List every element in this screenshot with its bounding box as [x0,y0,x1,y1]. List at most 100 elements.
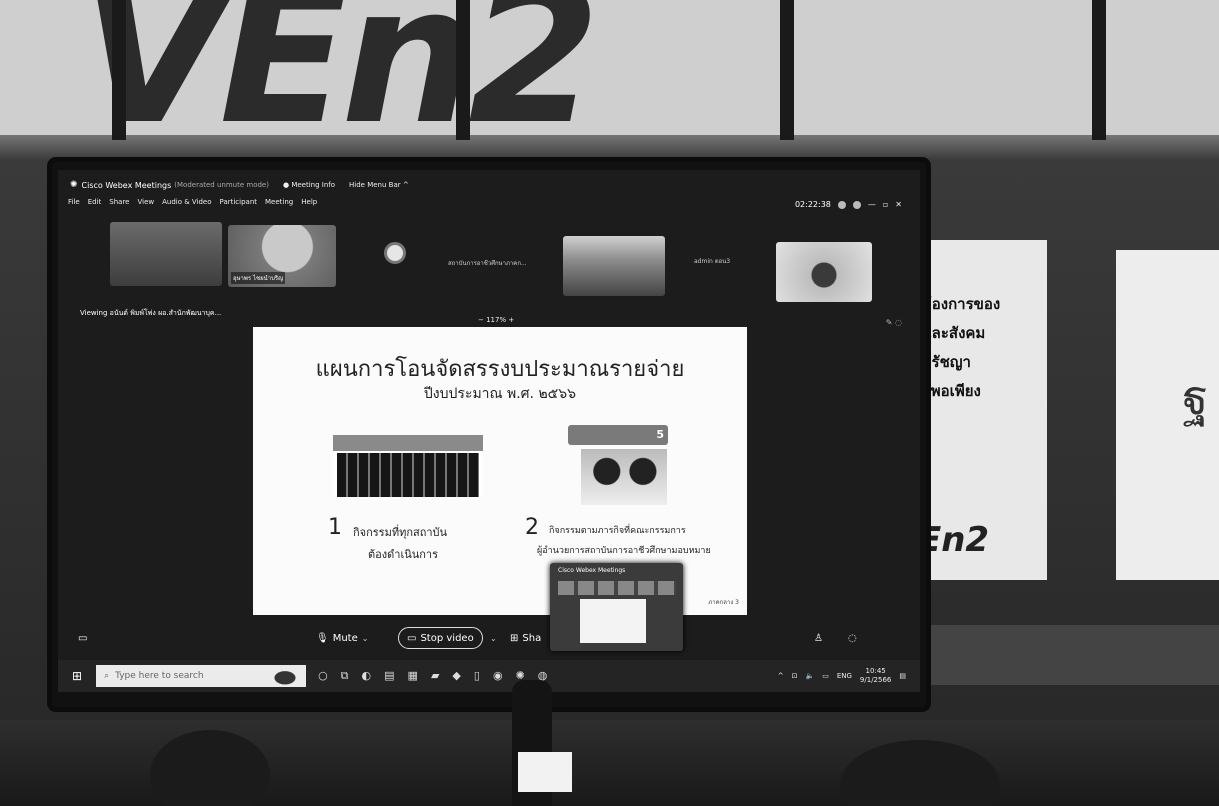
task-view-icon[interactable]: ⧉ [341,669,349,683]
app-icon-2[interactable]: ▯ [474,669,480,683]
windows-taskbar: ⊞ ⌕ Type here to search ○ ⧉ ◐ ▤ ▦ ▰ ◆ ▯ … [58,660,920,692]
meeting-clock: 02:22:38 [794,200,831,209]
webex-logo-icon: ✺ [70,180,78,190]
close-icon[interactable]: ✕ [895,200,902,209]
participant-name: อุษาพร ไชยนำบริญ [231,272,286,284]
stop-video-label: Stop video [420,632,474,644]
system-tray: ^ ⊡ 🔈 ▭ ENG 10:45 9/1/2566 ▤ [778,667,906,685]
menu-share[interactable]: Share [109,198,129,206]
item-1-line-2: ต้องดำเนินการ [368,548,438,561]
slide-subtitle: ปีงบประมาณ พ.ศ. ๒๕๖๖ [423,386,577,402]
webex-titlebar: ✺ Cisco Webex Meetings (Moderated unmute… [58,170,920,200]
window-controls: 02:22:38 — ▫ ✕ [795,200,902,209]
monitor: ✺ Cisco Webex Meetings (Moderated unmute… [52,162,926,707]
menu-participant[interactable]: Participant [220,198,257,206]
speaker-icon[interactable]: 🔈 [805,672,814,680]
share-icon: ⊞ [510,632,519,644]
participants-icon[interactable]: ♙ [814,627,823,649]
participant-name-3: สถาบันการอาชีวศึกษาภาคก... [448,260,527,267]
mic-base [518,752,572,792]
window-frame [456,0,470,140]
taskbar-search[interactable]: ⌕ Type here to search [96,665,307,687]
group-photo [333,435,483,497]
lang-indicator[interactable]: ENG [837,672,852,680]
notification-icon[interactable]: ▤ [899,672,906,680]
participant-video-4[interactable] [776,242,872,302]
slide-badge: 5 [568,425,668,445]
app-title: Cisco Webex Meetings [81,180,172,190]
viewing-label: Viewing อนันต์ พิมพ์โพ่ง ผอ.สำนักพัฒนาบุ… [80,309,222,317]
window-frame [1092,0,1106,140]
edge-icon[interactable]: ◐ [362,669,372,683]
camera-icon: ▭ [407,632,417,644]
cortana-icon[interactable]: ○ [318,669,328,683]
wall-ledge [910,625,1219,685]
network-icon[interactable]: ⊡ [792,672,798,680]
maximize-icon[interactable]: ▫ [883,200,888,209]
file-explorer-icon[interactable]: ▤ [384,669,394,683]
keyboard-icon[interactable]: ▭ [822,672,829,680]
item-1-line-1: กิจกรรมที่ทุกสถาบัน [353,526,448,539]
participant-avatar[interactable] [384,242,406,264]
menu-meeting[interactable]: Meeting [265,198,293,206]
folder-icon[interactable]: ▰ [431,669,439,683]
menu-bar: File Edit Share View Audio & Video Parti… [68,198,317,206]
window-frame [112,0,126,140]
participant-video-2[interactable]: อุษาพร ไชยนำบริญ [228,225,336,287]
banner-glyph-icon: ฐ [1182,370,1209,426]
screen: ✺ Cisco Webex Meetings (Moderated unmute… [58,170,920,692]
item-2-number: 2 [525,515,539,540]
wall-banner-text: ต้องการของ และสังคม ปรัชญา จพอเพียง [922,295,1001,400]
popup-title: Cisco Webex Meetings [558,567,626,574]
group-photo-people [337,453,479,497]
mute-button[interactable]: 🎙 Mute ⌄ [316,627,368,649]
menu-audio-video[interactable]: Audio & Video [162,198,211,206]
top-banner: VEn2 [0,0,1219,166]
handshake-photo [581,449,667,505]
chevron-down-icon[interactable]: ⌄ [362,634,369,643]
room-photo: VEn2 ต้องการของ และสังคม ปรัชญา จพอเพียง… [0,0,1219,806]
chat-icon[interactable]: ▭ [78,627,87,649]
reactions-icon[interactable]: ◌ [848,627,857,649]
menu-help[interactable]: Help [301,198,317,206]
windows-start-icon[interactable]: ⊞ [72,669,82,683]
menu-edit[interactable]: Edit [88,198,102,206]
annotate-icon[interactable]: ✎ ◌ [886,318,902,327]
top-banner-graphic: VEn2 [80,0,600,166]
mute-label: Mute [332,632,358,644]
slide-footer: ภาคกลาง 3 [708,599,739,606]
status-icon-2 [852,200,861,209]
share-button[interactable]: ⊞ Sha [510,627,541,649]
chrome-icon[interactable]: ◉ [493,669,503,683]
item-2-line-1: กิจกรรมตามภารกิจที่คณะกรรมการ [549,526,686,536]
wall-banner-brand: En2 [918,520,990,560]
window-frame [780,0,794,140]
menu-view[interactable]: View [137,198,154,206]
datetime[interactable]: 10:45 9/1/2566 [860,667,891,685]
item-2-line-2: ผู้อำนวยการสถาบันการอาชีวศึกษามอบหมาย [537,546,711,556]
popup-mini-strip [558,581,676,595]
participant-video-1[interactable] [110,222,222,286]
search-highlight-icon [268,667,303,685]
store-icon[interactable]: ▦ [408,669,418,683]
meeting-info-label: Meeting Info [291,181,336,189]
meeting-mode: (Moderated unmute mode) [174,181,269,189]
minimize-icon[interactable]: — [868,200,876,209]
tray-chevron-icon[interactable]: ^ [778,672,784,680]
taskbar-apps: ○ ⧉ ◐ ▤ ▦ ▰ ◆ ▯ ◉ ✺ ◍ [318,669,547,683]
meeting-info-button[interactable]: ● Meeting Info [283,181,335,189]
mic-icon: 🎙 [316,632,329,644]
video-chevron-icon[interactable]: ⌄ [490,627,497,649]
wall-banner-2: ฐ [1116,250,1219,580]
hide-menu-bar-button[interactable]: Hide Menu Bar ^ [349,181,409,189]
meeting-controls: ▭ 🎙 Mute ⌄ ▭ Stop video ⌄ ⊞ Sha ♙ ◌ [58,623,920,653]
participant-video-3[interactable] [563,236,665,296]
share-label: Sha [522,632,542,644]
menu-file[interactable]: File [68,198,80,206]
slide-title: แผนการโอนจัดสรรงบประมาณรายจ่าย [315,357,685,382]
item-1-number: 1 [328,515,342,540]
app-icon[interactable]: ◆ [452,669,460,683]
zoom-control[interactable]: − 117% + [478,316,514,324]
search-icon: ⌕ [104,671,110,681]
stop-video-button[interactable]: ▭ Stop video [398,627,483,649]
